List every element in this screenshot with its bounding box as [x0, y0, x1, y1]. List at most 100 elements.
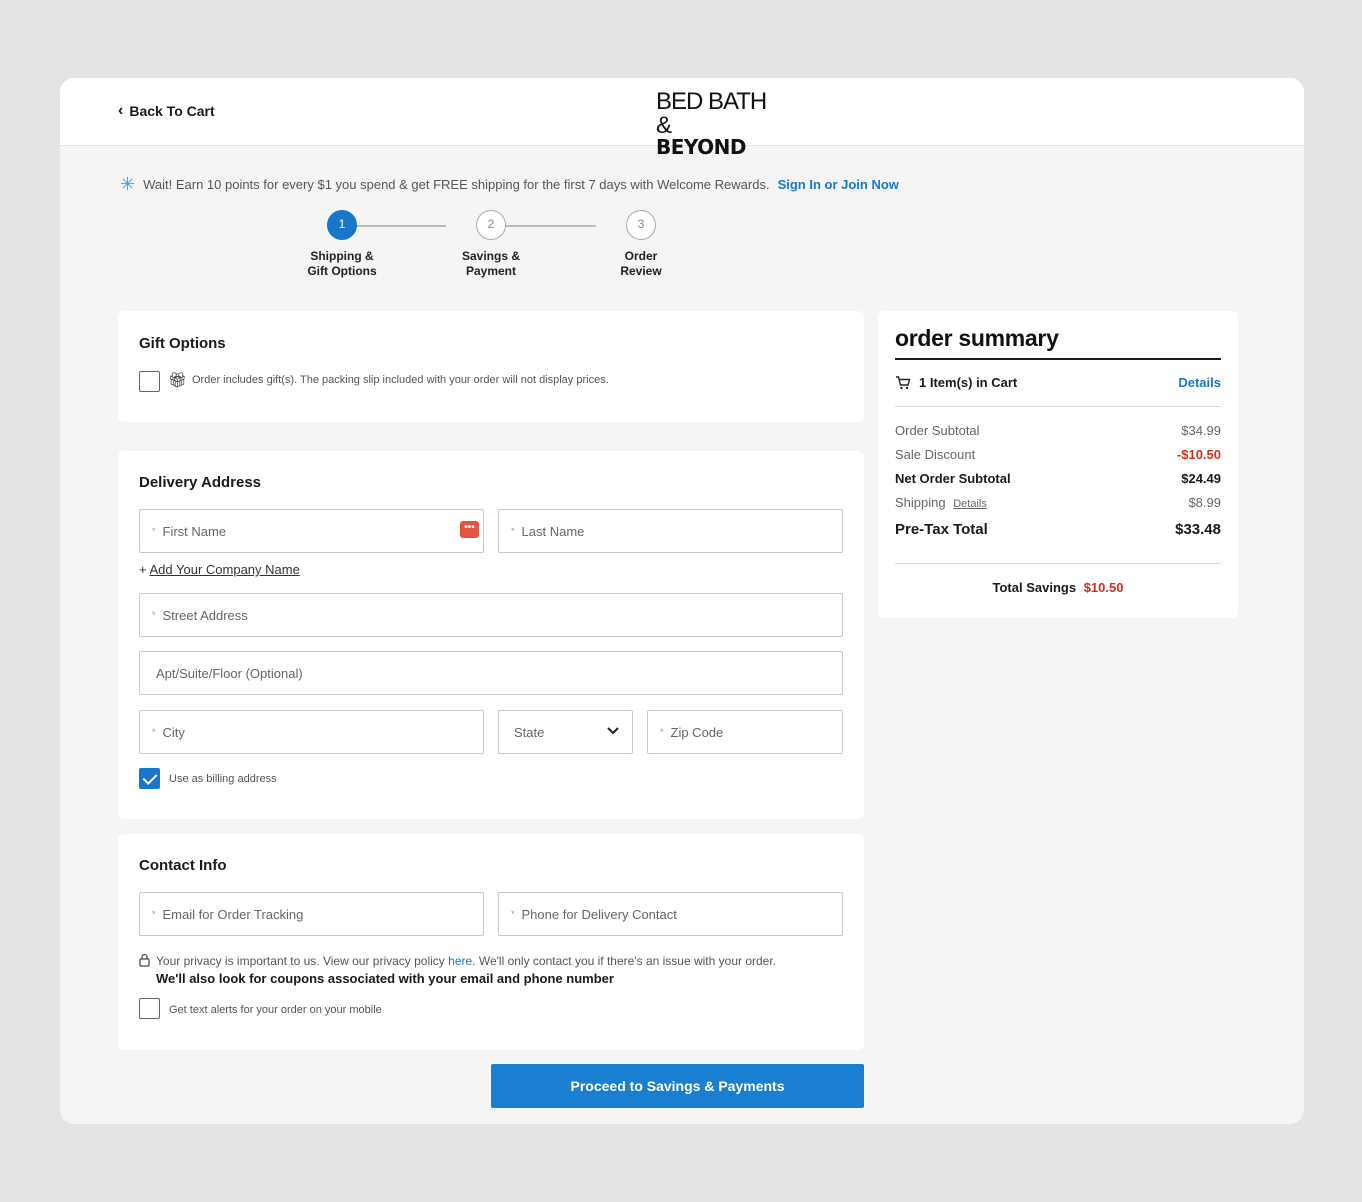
- chevron-left-icon: ‹: [118, 102, 124, 119]
- autofill-icon[interactable]: •••: [460, 521, 479, 538]
- last-name-placeholder: Last Name: [521, 523, 585, 539]
- sale-discount-label: Sale Discount: [895, 447, 976, 462]
- checkout-stepper: 1 Shipping & Gift Options 2 Savings & Paym…: [296, 210, 696, 280]
- required-icon: *: [152, 727, 156, 737]
- order-summary-title: order summary: [895, 325, 1059, 351]
- step-label: Savings &: [461, 249, 521, 263]
- required-icon: *: [152, 909, 156, 919]
- net-subtotal-label: Net Order Subtotal: [895, 471, 1011, 486]
- step-review[interactable]: 3 Order Review: [591, 210, 691, 279]
- back-to-cart-link[interactable]: ‹ Back To Cart: [118, 102, 215, 120]
- billing-checkbox[interactable]: [139, 768, 160, 789]
- cart-items-row: 1 Item(s) in Cart Details: [895, 375, 1221, 390]
- first-name-placeholder: First Name: [162, 523, 227, 539]
- sign-in-join-link[interactable]: Sign In or Join Now: [778, 177, 899, 192]
- net-subtotal-row: Net Order Subtotal $24.49: [895, 471, 1221, 486]
- text-alerts-checkbox[interactable]: [139, 998, 160, 1019]
- required-icon: *: [511, 526, 515, 536]
- zip-code-field[interactable]: * Zip Code: [647, 710, 843, 754]
- pretax-total-row: Pre-Tax Total $33.48: [895, 521, 1221, 538]
- shipping-row: Shipping Details $8.99: [895, 495, 1221, 510]
- divider: [895, 358, 1221, 360]
- required-icon: *: [152, 526, 156, 536]
- delivery-address-title: Delivery Address: [139, 474, 262, 491]
- rewards-promo: ✳ Wait! Earn 10 points for every $1 you …: [120, 174, 899, 195]
- step-number: 1: [327, 210, 357, 240]
- shipping-details-link[interactable]: Details: [953, 498, 987, 510]
- required-icon: *: [511, 909, 515, 919]
- plus-icon: +: [139, 562, 147, 577]
- contact-info-title: Contact Info: [139, 857, 227, 874]
- sale-discount-row: Sale Discount -$10.50: [895, 447, 1221, 462]
- pretax-total-value: $33.48: [1175, 521, 1221, 538]
- privacy-text: . We'll only contact you if there's an i…: [472, 954, 777, 968]
- phone-placeholder: Phone for Delivery Contact: [521, 906, 677, 922]
- required-icon: *: [660, 727, 664, 737]
- step-shipping[interactable]: 1 Shipping & Gift Options: [292, 210, 392, 279]
- lock-icon: [139, 953, 150, 967]
- street-address-field[interactable]: * Street Address: [139, 593, 843, 637]
- gift-options-title: Gift Options: [139, 335, 226, 352]
- divider: [895, 406, 1221, 407]
- gift-icon: 🎁︎: [168, 372, 188, 389]
- last-name-field[interactable]: * Last Name: [498, 509, 843, 553]
- back-to-cart-label: Back To Cart: [129, 103, 215, 119]
- order-summary-card: order summary 1 Item(s) in Cart Details …: [878, 311, 1238, 618]
- step-label: Review: [620, 264, 662, 278]
- delivery-address-card: Delivery Address * First Name ••• * Last…: [118, 451, 864, 819]
- logo-line1: BED BATH &: [656, 88, 767, 139]
- divider: [895, 563, 1221, 564]
- privacy-bold-text: We'll also look for coupons associated w…: [156, 971, 614, 986]
- city-placeholder: City: [162, 724, 185, 740]
- brand-logo[interactable]: BED BATH & BEYOND: [656, 88, 786, 159]
- add-company-label: Add Your Company Name: [149, 562, 300, 577]
- pretax-total-label: Pre-Tax Total: [895, 521, 988, 538]
- city-field[interactable]: * City: [139, 710, 484, 754]
- checkout-window: ‹ Back To Cart BED BATH & BEYOND ✳ Wait!…: [60, 78, 1304, 1124]
- step-label: Shipping &: [310, 249, 374, 263]
- step-number: 2: [476, 210, 506, 240]
- total-savings-value: $10.50: [1083, 580, 1124, 595]
- first-name-field[interactable]: * First Name •••: [139, 509, 484, 553]
- email-field[interactable]: * Email for Order Tracking: [139, 892, 484, 936]
- order-subtotal-row: Order Subtotal $34.99: [895, 423, 1221, 438]
- step-label: Payment: [465, 264, 517, 278]
- sale-discount-value: -$10.50: [1176, 447, 1221, 462]
- street-address-placeholder: Street Address: [162, 607, 248, 623]
- state-select[interactable]: State: [498, 710, 633, 754]
- total-savings: Total Savings $10.50: [878, 580, 1238, 595]
- privacy-notice: Your privacy is important to us. View ou…: [156, 953, 846, 988]
- apt-placeholder: Apt/Suite/Floor (Optional): [156, 665, 303, 681]
- privacy-text: Your privacy is important to us. View ou…: [156, 954, 445, 968]
- state-placeholder: State: [514, 724, 545, 740]
- billing-checkbox-label: Use as billing address: [169, 773, 277, 785]
- order-subtotal-value: $34.99: [1181, 423, 1221, 438]
- shipping-value: $8.99: [1188, 495, 1221, 510]
- header-bar: ‹ Back To Cart BED BATH & BEYOND: [60, 78, 1304, 157]
- apt-field[interactable]: Apt/Suite/Floor (Optional): [139, 651, 843, 695]
- add-company-link[interactable]: + Add Your Company Name: [139, 562, 300, 577]
- gift-checkbox[interactable]: [139, 371, 160, 392]
- sparkle-icon: ✳: [120, 174, 136, 194]
- total-savings-label: Total Savings: [992, 580, 1077, 595]
- gift-checkbox-label: Order includes gift(s). The packing slip…: [192, 374, 609, 386]
- logo-line2: BEYOND: [656, 135, 747, 159]
- proceed-to-payment-button[interactable]: Proceed to Savings & Payments: [491, 1064, 864, 1108]
- step-label: Order: [624, 249, 658, 263]
- text-alerts-label: Get text alerts for your order on your m…: [169, 1004, 382, 1016]
- step-number: 3: [626, 210, 656, 240]
- items-in-cart: 1 Item(s) in Cart: [919, 375, 1018, 390]
- gift-options-card: Gift Options 🎁︎ Order includes gift(s). …: [118, 311, 864, 422]
- cart-details-link[interactable]: Details: [1178, 375, 1221, 390]
- contact-info-card: Contact Info * Email for Order Tracking …: [118, 834, 864, 1050]
- zip-code-placeholder: Zip Code: [670, 724, 724, 740]
- cart-icon: [896, 375, 911, 389]
- step-savings[interactable]: 2 Savings & Payment: [441, 210, 541, 279]
- phone-field[interactable]: * Phone for Delivery Contact: [498, 892, 843, 936]
- promo-text: Wait! Earn 10 points for every $1 you sp…: [143, 177, 770, 192]
- shipping-label: Shipping: [895, 495, 946, 510]
- net-subtotal-value: $24.49: [1181, 471, 1221, 486]
- email-placeholder: Email for Order Tracking: [162, 906, 304, 922]
- chevron-down-icon: [607, 727, 619, 735]
- privacy-policy-link[interactable]: here: [448, 954, 472, 968]
